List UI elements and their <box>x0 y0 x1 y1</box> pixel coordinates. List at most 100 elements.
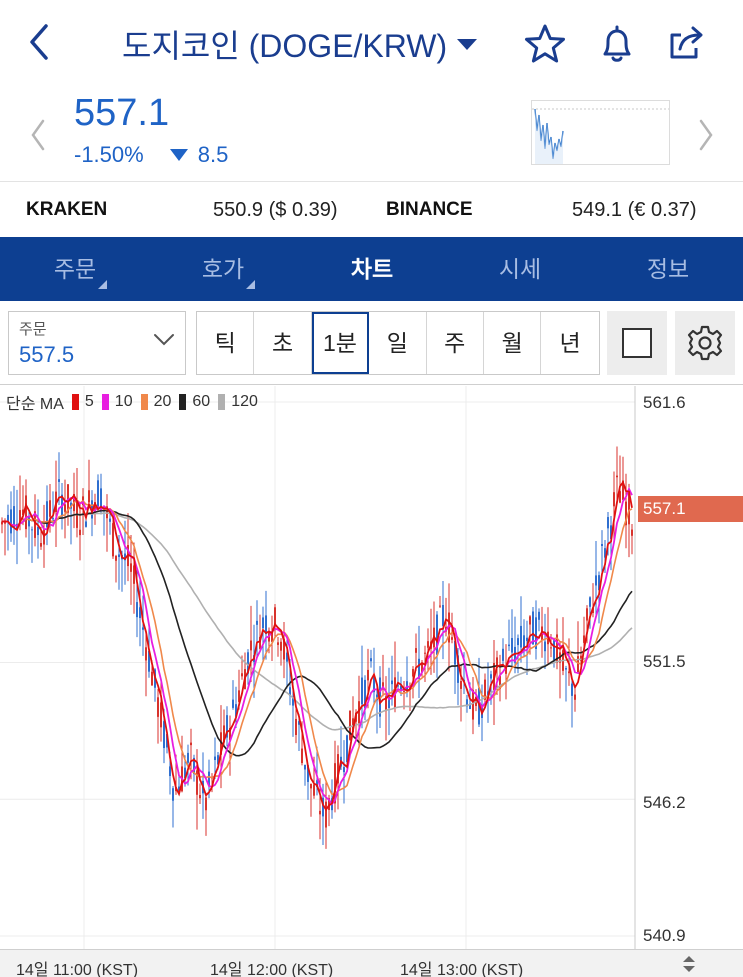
chevron-right-icon <box>699 119 713 151</box>
period-year[interactable]: 년 <box>541 312 598 374</box>
tab-orderbook[interactable]: 호가 <box>197 237 255 301</box>
star-icon <box>525 24 565 63</box>
candle-body <box>64 504 66 512</box>
candle-body <box>502 648 504 661</box>
ma-line-60 <box>1 509 633 757</box>
exchange-name: BINANCE <box>386 199 473 220</box>
ma-line-20 <box>1 498 633 796</box>
candle-body <box>529 616 531 625</box>
candle-body <box>145 647 147 661</box>
candle-body <box>49 500 51 517</box>
candle-body <box>52 518 54 520</box>
price-change: -1.50% 8.5 <box>74 142 228 168</box>
candle-body <box>232 699 234 708</box>
settings-button[interactable] <box>675 311 735 375</box>
candle-body <box>40 543 42 547</box>
candle-body <box>325 801 327 828</box>
favorite-button[interactable] <box>523 22 567 66</box>
order-dropdown[interactable]: 주문 557.5 <box>8 311 186 375</box>
candle-body <box>631 529 633 536</box>
candle-body <box>250 640 252 651</box>
candlestick-chart[interactable] <box>0 386 743 949</box>
period-1min[interactable]: 1분 <box>311 312 370 374</box>
change-amount: 8.5 <box>197 142 229 167</box>
candle-body <box>112 523 114 557</box>
resize-handle-icon[interactable] <box>680 954 698 974</box>
period-tick[interactable]: 틱 <box>197 312 255 374</box>
prev-coin-button[interactable] <box>28 118 48 152</box>
candle-body <box>508 644 510 647</box>
candle-body <box>136 602 138 618</box>
back-button[interactable] <box>22 20 58 64</box>
period-week[interactable]: 주 <box>427 312 484 374</box>
tab-order[interactable]: 주문 <box>49 237 107 301</box>
exchange-value: 549.1 (€ 0.37) <box>572 199 697 221</box>
fullscreen-button[interactable] <box>607 311 667 375</box>
candle-body <box>472 689 474 720</box>
indicator-label: 단순 MA <box>6 396 64 413</box>
candle-body <box>517 638 519 646</box>
legend-swatch <box>101 394 109 410</box>
candle-body <box>595 575 597 586</box>
candle-body <box>295 718 297 736</box>
candle-body <box>367 669 369 681</box>
candle-body <box>172 788 174 801</box>
candle-body <box>205 797 207 811</box>
chevron-down-icon <box>154 334 174 346</box>
alert-button[interactable] <box>595 22 639 66</box>
share-button[interactable] <box>666 22 710 66</box>
tab-label: 호가 <box>201 256 245 282</box>
candle-body <box>25 495 27 530</box>
time-axis: 14일 11:00 (KST) 14일 12:00 (KST) 14일 13:0… <box>0 949 743 977</box>
period-second[interactable]: 초 <box>254 312 312 374</box>
y-tick-label: 540.9 <box>643 926 686 945</box>
mini-chart[interactable] <box>531 100 670 165</box>
candle-body <box>415 648 417 653</box>
candle-body <box>343 767 345 773</box>
candle-body <box>115 555 117 561</box>
period-day[interactable]: 일 <box>369 312 427 374</box>
candle-body <box>538 611 540 620</box>
ma-legend: 단순 MA 5 10 20 60 120 <box>6 390 258 414</box>
next-coin-button[interactable] <box>696 118 716 152</box>
candle-body <box>277 642 279 645</box>
candle-body <box>571 683 573 696</box>
candle-body <box>616 475 618 478</box>
period-selector: 틱 초 1분 일 주 월 년 <box>196 311 600 375</box>
candle-body <box>319 810 321 815</box>
price-summary: 557.1 -1.50% 8.5 <box>0 88 743 180</box>
current-price: 557.1 <box>74 92 170 134</box>
candle-body <box>118 554 120 558</box>
x-tick-label: 14일 13:00 (KST) <box>400 962 524 977</box>
tab-chart[interactable]: 차트 <box>344 237 400 301</box>
candle-body <box>241 673 243 677</box>
gear-icon <box>687 325 723 361</box>
submenu-corner-icon <box>246 280 255 289</box>
candle-body <box>313 784 315 796</box>
candle-body <box>460 681 462 689</box>
tab-market[interactable]: 시세 <box>494 237 546 301</box>
candle-body <box>130 563 132 572</box>
order-value: 557.5 <box>19 342 75 367</box>
back-arrow-icon <box>30 24 48 60</box>
candle-body <box>190 742 192 746</box>
candle-body <box>511 638 513 653</box>
coin-selector[interactable]: 도지코인 (DOGE/KRW) <box>122 22 478 66</box>
candle-body <box>280 641 282 651</box>
tab-info[interactable]: 정보 <box>642 237 694 301</box>
candle-body <box>391 680 393 685</box>
price-chart[interactable]: 단순 MA 5 10 20 60 120 561.6 551.5 546.2 5… <box>0 386 743 949</box>
period-month[interactable]: 월 <box>484 312 542 374</box>
tab-label: 주문 <box>53 256 97 282</box>
candle-body <box>31 529 33 531</box>
candle-body <box>214 756 216 761</box>
candle-body <box>142 627 144 630</box>
legend-ma60: 60 <box>192 393 211 410</box>
legend-ma20: 20 <box>153 393 172 410</box>
candle-body <box>442 605 444 626</box>
candle-body <box>169 766 171 777</box>
sparkline-graph <box>532 108 669 164</box>
candle-body <box>577 656 579 673</box>
candle-body <box>256 620 258 625</box>
legend-swatch <box>140 394 148 410</box>
